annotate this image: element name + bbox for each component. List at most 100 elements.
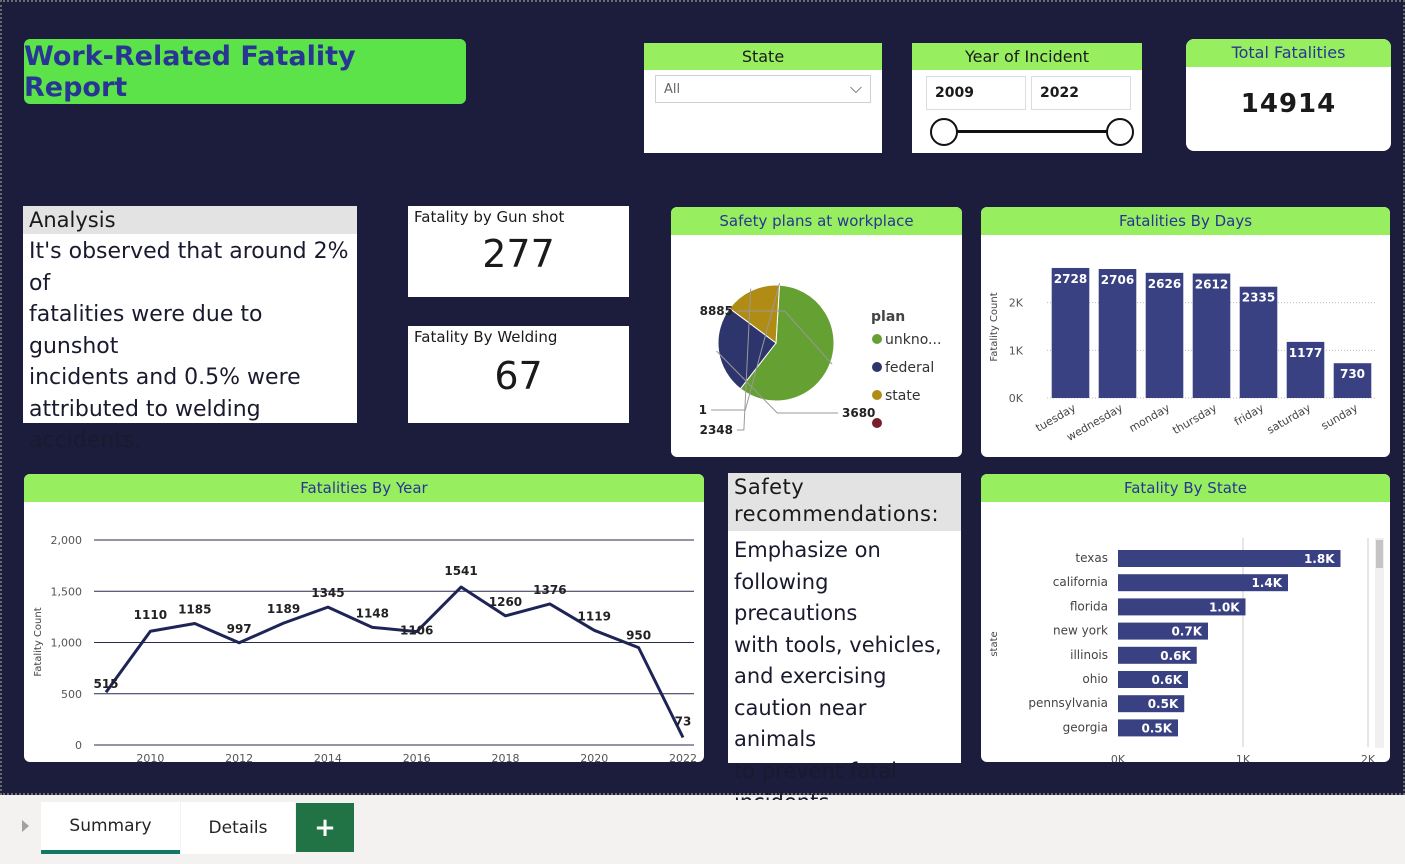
analysis-textbox: Analysis It's observed that around 2% of… [23, 206, 357, 453]
recommendations-line: following precautions [734, 569, 858, 626]
state-y-tick-label: pennsylvania [1028, 696, 1108, 710]
days-bar-value-label: 2728 [1054, 272, 1087, 286]
year-data-label: 1376 [533, 583, 566, 597]
tab-summary[interactable]: Summary [41, 802, 180, 854]
gunshot-value: 277 [482, 232, 555, 276]
recommendations-line: and exercising [734, 664, 887, 688]
state-bar-chart: 0K 1K 2K texas 1.8K california 1.4K florida 1.0K… [989, 538, 1384, 762]
analysis-line: It's observed that around 2% of [29, 239, 349, 296]
year-x-tick-label: 2022 [669, 752, 697, 762]
welding-value: 67 [494, 354, 543, 398]
fatalities-by-year-card: Fatalities By Year 0 500 1,000 1,500 2,000 20… [24, 474, 704, 762]
pie-legend-marker [872, 418, 882, 428]
year-chart-title: Fatalities By Year [24, 474, 704, 502]
state-y-axis-label: state [989, 631, 1000, 656]
year-line-chart: 0 500 1,000 1,500 2,000 2010 2012 2014 2016 2018 2… [33, 534, 697, 762]
state-dropdown[interactable]: All ⌵ [655, 75, 871, 103]
year-slider-track[interactable] [944, 130, 1120, 133]
days-y-tick-label: 0K [1009, 392, 1024, 405]
state-scrollbar-track [1375, 538, 1384, 748]
days-bar-value-label: 2612 [1195, 277, 1228, 291]
state-y-tick-label: florida [1070, 599, 1108, 613]
year-x-tick-label: 2018 [491, 752, 519, 762]
year-x-tick-label: 2016 [403, 752, 431, 762]
year-y-tick-label: 2,000 [51, 534, 83, 547]
safety-plans-card: Safety plans at workplace 8885 3680 2348 1 p… [671, 207, 962, 457]
state-x-tick-label: 2K [1361, 753, 1376, 762]
year-slicer-title: Year of Incident [912, 43, 1142, 70]
safety-plans-title: Safety plans at workplace [671, 207, 962, 235]
recommendations-line: with tools, vehicles, [734, 632, 942, 657]
fatality-by-state-card: Fatality By State 0K 1K 2K texas 1.8K califor… [981, 474, 1390, 762]
analysis-line: attributed to welding [29, 396, 261, 422]
total-fatalities-card: Total Fatalities 14914 [1186, 39, 1391, 151]
days-chart-title: Fatalities By Days [981, 207, 1390, 235]
recommendations-line: caution near animals [734, 695, 867, 752]
days-x-tick-label: sunday [1319, 401, 1360, 432]
pie-data-label: 8885 [700, 304, 733, 318]
page-tabs-bar: Summary Details + [0, 800, 1405, 864]
report-title: Work-Related Fatality Report [24, 39, 466, 104]
days-y-axis-label: Fatality Count [989, 292, 1000, 361]
state-y-tick-label: new york [1053, 624, 1108, 638]
state-slicer: State All ⌵ [644, 43, 882, 153]
year-x-tick-label: 2020 [580, 752, 608, 762]
gunshot-label: Fatality by Gun shot [414, 208, 565, 226]
gunshot-card: Fatality by Gun shot 277 [408, 206, 629, 297]
days-bar-value-label: 2626 [1148, 277, 1181, 291]
pie-data-label: 3680 [842, 406, 875, 420]
days-bar [1192, 273, 1231, 398]
days-bar-value-label: 1177 [1289, 346, 1322, 360]
year-slider-start-handle[interactable] [930, 118, 958, 146]
days-bar-chart: 0K1K2KFatality Count2728tuesday2706wedne… [989, 267, 1376, 444]
analysis-line: incidents and 0.5% were [29, 365, 301, 390]
state-x-tick-label: 1K [1236, 753, 1251, 762]
recommendations-line: Emphasize on [734, 538, 881, 562]
year-data-label: 1345 [311, 586, 344, 600]
days-bar-value-label: 2335 [1242, 291, 1275, 305]
year-data-label: 1119 [578, 609, 611, 623]
pie-legend-marker [872, 362, 882, 372]
pie-legend-label: federal [885, 360, 934, 376]
year-slicer: Year of Incident 2009 2022 [912, 43, 1142, 153]
state-bar-value-label: 0.6K [1160, 649, 1191, 663]
year-data-label: 997 [227, 622, 252, 636]
recommendations-line: to prevent fatal [734, 758, 897, 783]
days-bar-value-label: 730 [1340, 367, 1365, 381]
days-x-tick-label: thursday [1170, 401, 1219, 437]
state-bar-value-label: 0.7K [1171, 625, 1202, 639]
chevron-down-icon: ⌵ [849, 78, 862, 97]
days-x-tick-label: monday [1127, 401, 1173, 435]
state-chart-title: Fatality By State [981, 474, 1390, 502]
state-slicer-title: State [644, 43, 882, 70]
days-y-tick-label: 1K [1009, 344, 1024, 357]
tab-scroll-left-icon[interactable] [22, 820, 29, 832]
year-data-label: 1189 [267, 602, 300, 616]
year-data-label: 515 [93, 677, 118, 691]
year-to-input[interactable]: 2022 [1031, 76, 1131, 110]
pie-legend-marker [872, 390, 882, 400]
state-bar-value-label: 0.6K [1151, 673, 1182, 687]
year-data-label: 1106 [400, 624, 433, 638]
pie-legend-marker [872, 334, 882, 344]
year-x-tick-label: 2010 [136, 752, 164, 762]
total-fatalities-value: 14914 [1240, 89, 1337, 119]
analysis-line: fatalities were due to gunshot [29, 302, 263, 359]
state-bar-value-label: 0.5K [1148, 697, 1179, 711]
safety-plans-pie-chart: 8885 3680 2348 1 plan unkno... federal state [699, 282, 941, 437]
state-bar-value-label: 1.4K [1251, 576, 1282, 590]
year-slider-end-handle[interactable] [1106, 118, 1134, 146]
year-y-axis-label: Fatality Count [33, 607, 44, 676]
analysis-line: accidents. [29, 428, 142, 453]
days-y-tick-label: 2K [1009, 297, 1024, 310]
report-canvas: Work-Related Fatality Report State All ⌵… [0, 0, 1405, 814]
tab-details[interactable]: Details [181, 802, 295, 854]
add-page-button[interactable]: + [296, 803, 354, 852]
state-x-tick-label: 0K [1111, 753, 1126, 762]
year-data-label: 1148 [356, 606, 389, 620]
pie-legend-title: plan [871, 309, 905, 325]
year-from-input[interactable]: 2009 [926, 76, 1026, 110]
year-x-tick-label: 2014 [314, 752, 342, 762]
year-data-label: 1541 [444, 564, 477, 578]
welding-label: Fatality By Welding [414, 328, 558, 346]
